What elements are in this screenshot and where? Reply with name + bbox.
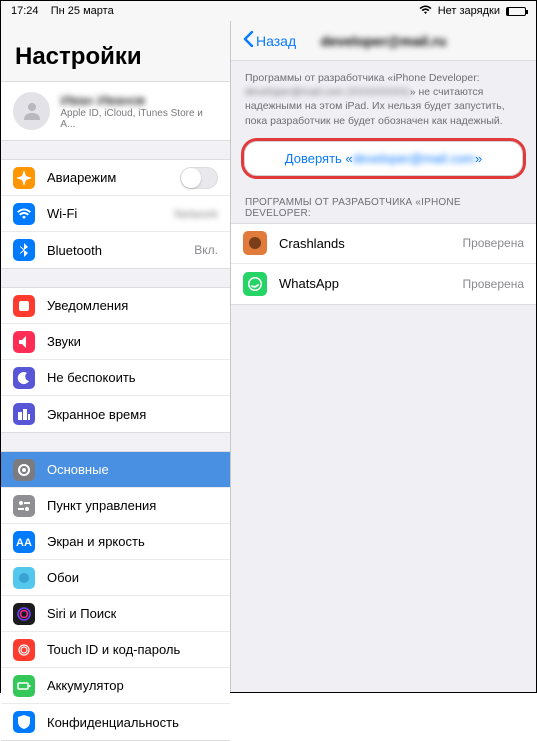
display-icon: AA [13,531,35,553]
sidebar-item-airplane[interactable]: Авиарежим [1,160,230,196]
developer-description: Программы от разработчика «iPhone Develo… [231,61,536,132]
sidebar-item-privacy[interactable]: Конфиденциальность [1,704,230,740]
sidebar-item-display[interactable]: AA Экран и яркость [1,524,230,560]
status-bar: 17:24 Пн 25 марта Нет зарядки [1,1,536,21]
notifications-icon [13,295,35,317]
app-name: Crashlands [279,236,345,251]
account-name: Иван Иванов [60,92,218,108]
app-status: Проверена [462,236,524,250]
back-button[interactable]: Назад [243,31,296,50]
wifi-value: Network [174,207,218,221]
screentime-icon [13,403,35,425]
sidebar-item-touchid[interactable]: Touch ID и код-пароль [1,632,230,668]
sidebar-group-connectivity: Авиарежим Wi-Fi Network Bluetooth Вкл. [1,159,230,269]
settings-sidebar: Настройки Иван Иванов Apple ID, iCloud, … [1,21,231,692]
row-label: Авиарежим [47,170,116,185]
row-label: Wi-Fi [47,206,77,221]
sidebar-group-system: Основные Пункт управления AA Экран и ярк… [1,451,230,741]
row-label: Обои [47,570,79,585]
sidebar-item-wifi[interactable]: Wi-Fi Network [1,196,230,232]
sidebar-item-general[interactable]: Основные [1,452,230,488]
control-center-icon [13,495,35,517]
row-label: Звуки [47,334,81,349]
privacy-icon [13,711,35,733]
dnd-icon [13,367,35,389]
sidebar-item-notifications[interactable]: Уведомления [1,288,230,324]
row-label: Аккумулятор [47,678,124,693]
app-row-whatsapp[interactable]: WhatsApp Проверена [231,264,536,304]
row-label: Основные [47,462,109,477]
row-label: Конфиденциальность [47,715,179,730]
status-charge: Нет зарядки [438,5,500,17]
sidebar-item-bluetooth[interactable]: Bluetooth Вкл. [1,232,230,268]
chevron-left-icon [243,31,254,50]
row-label: Siri и Поиск [47,606,116,621]
wifi-settings-icon [13,203,35,225]
apps-section-header: ПРОГРАММЫ ОТ РАЗРАБОТЧИКА «IPHONE DEVELO… [231,179,536,223]
row-label: Экран и яркость [47,534,145,549]
row-label: Уведомления [47,298,128,313]
app-row-crashlands[interactable]: Crashlands Проверена [231,224,536,264]
battery-settings-icon [13,675,35,697]
apps-list: Crashlands Проверена WhatsApp Проверена [231,223,536,305]
bluetooth-icon [13,239,35,261]
battery-icon [506,7,526,16]
row-label: Пункт управления [47,498,156,513]
siri-icon [13,603,35,625]
status-time: 17:24 [11,5,39,17]
bluetooth-value: Вкл. [194,243,218,257]
sidebar-item-screentime[interactable]: Экранное время [1,396,230,432]
svg-text:AA: AA [16,537,32,549]
avatar-icon [13,92,50,130]
sidebar-item-dnd[interactable]: Не беспокоить [1,360,230,396]
status-date: Пн 25 марта [51,5,114,17]
account-row[interactable]: Иван Иванов Apple ID, iCloud, iTunes Sto… [1,81,230,141]
airplane-toggle[interactable] [180,167,218,189]
settings-title: Настройки [1,21,230,81]
sidebar-item-battery[interactable]: Аккумулятор [1,668,230,704]
back-label: Назад [256,33,296,49]
sidebar-item-siri[interactable]: Siri и Поиск [1,596,230,632]
row-label: Не беспокоить [47,370,136,385]
row-label: Touch ID и код-пароль [47,642,180,657]
wifi-icon [419,5,432,18]
account-subtitle: Apple ID, iCloud, iTunes Store и A... [60,108,218,130]
nav-bar: Назад developer@mail.ru [231,21,536,61]
app-name: WhatsApp [279,276,339,291]
sidebar-item-sounds[interactable]: Звуки [1,324,230,360]
app-status: Проверена [462,277,524,291]
app-icon-whatsapp [243,272,267,296]
wallpaper-icon [13,567,35,589]
sidebar-item-wallpaper[interactable]: Обои [1,560,230,596]
row-label: Bluetooth [47,243,102,258]
general-icon [13,459,35,481]
detail-pane: Назад developer@mail.ru Программы от раз… [231,21,536,692]
sidebar-item-control-center[interactable]: Пункт управления [1,488,230,524]
sounds-icon [13,331,35,353]
airplane-icon [13,167,35,189]
trust-developer-button[interactable]: Доверять «developer@mail.com» [241,138,526,179]
app-icon-crashlands [243,231,267,255]
sidebar-group-alerts: Уведомления Звуки Не беспокоить Экранное… [1,287,230,433]
touchid-icon [13,639,35,661]
row-label: Экранное время [47,407,146,422]
